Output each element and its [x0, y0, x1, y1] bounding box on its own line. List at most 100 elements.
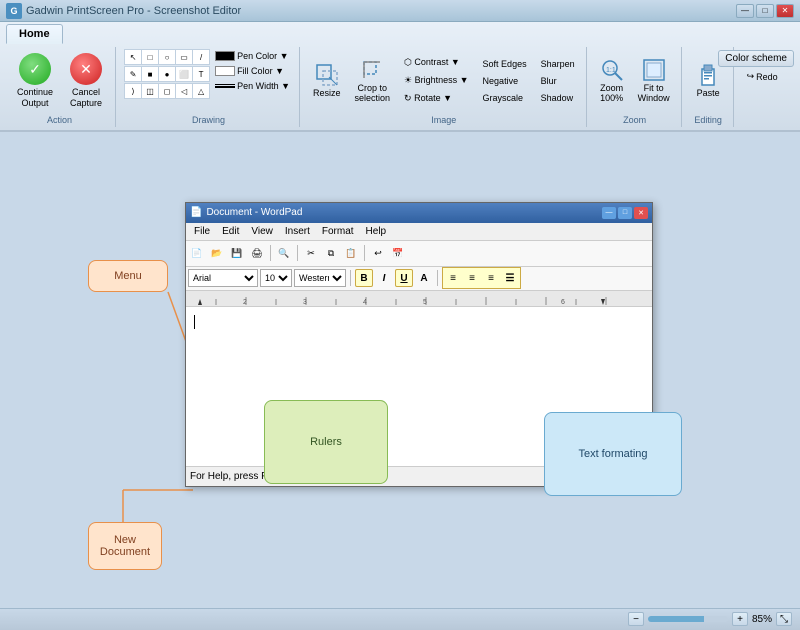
- wp-minimize-button[interactable]: —: [602, 207, 616, 219]
- menu-callout: Menu: [88, 260, 168, 292]
- shape-circle-button[interactable]: ○: [158, 49, 176, 65]
- negative-button[interactable]: Negative: [478, 73, 532, 89]
- wp-bold-button[interactable]: B: [355, 269, 373, 287]
- wp-find-button[interactable]: 🔍: [275, 244, 293, 262]
- shape-extra3-button[interactable]: ◻: [158, 83, 176, 99]
- shape-extra1-button[interactable]: ⟩: [124, 83, 142, 99]
- new-document-callout-label: New Document: [100, 534, 150, 558]
- shape-round2-button[interactable]: ⬜: [175, 66, 193, 82]
- shape-ellipse2-button[interactable]: ●: [158, 66, 176, 82]
- maximize-button[interactable]: □: [756, 4, 774, 18]
- svg-text:5: 5: [423, 299, 427, 306]
- wp-script-select[interactable]: Western: [294, 269, 346, 287]
- wp-underline-button[interactable]: U: [395, 269, 413, 287]
- contrast-button[interactable]: ⬡ Contrast ▼: [399, 54, 474, 71]
- redo-button[interactable]: ↪ Redo: [742, 68, 783, 85]
- wp-align-center-button[interactable]: ≡: [463, 269, 481, 287]
- zoom-controls: − + 85% ⤡: [628, 612, 792, 626]
- cancel-label: CancelCapture: [70, 87, 102, 109]
- wp-new-button[interactable]: 📄: [188, 244, 206, 262]
- action-group-label: Action: [47, 113, 72, 125]
- fit-screen-button[interactable]: ⤡: [776, 612, 792, 626]
- pen-color-button[interactable]: Pen Color ▼: [212, 49, 293, 63]
- wp-size-select[interactable]: 10: [260, 269, 292, 287]
- zoom100-icon: 1:1: [600, 58, 624, 82]
- minimize-button[interactable]: —: [736, 4, 754, 18]
- zoom-minus-button[interactable]: −: [628, 612, 644, 626]
- rotate-button[interactable]: ↻ Rotate ▼: [399, 90, 474, 107]
- wp-maximize-button[interactable]: □: [618, 207, 632, 219]
- blur-button[interactable]: Blur: [536, 73, 580, 89]
- shadow-button[interactable]: Shadow: [536, 90, 580, 106]
- wp-bullet-button[interactable]: ☰: [501, 269, 519, 287]
- wp-align-left-button[interactable]: ≡: [444, 269, 462, 287]
- fill-color-button[interactable]: Fill Color ▼: [212, 64, 293, 78]
- wp-menu-format[interactable]: Format: [316, 225, 360, 238]
- wp-italic-button[interactable]: I: [375, 269, 393, 287]
- continue-output-button[interactable]: ✓ ContinueOutput: [10, 49, 60, 113]
- wp-date-button[interactable]: 📅: [389, 244, 407, 262]
- wp-paste-button[interactable]: 📋: [342, 244, 360, 262]
- brightness-button[interactable]: ☀ Brightness ▼: [399, 72, 474, 89]
- cancel-capture-button[interactable]: ✕ CancelCapture: [63, 49, 109, 113]
- pen-color-swatch: [215, 51, 235, 61]
- crop-icon: [360, 58, 384, 82]
- fit-window-label: Fit toWindow: [638, 83, 670, 105]
- wp-open-button[interactable]: 📂: [208, 244, 226, 262]
- image-effects3: Sharpen Blur Shadow: [536, 56, 580, 106]
- zoom100-button[interactable]: 1:1 Zoom100%: [595, 55, 629, 108]
- wp-color-button[interactable]: A: [415, 269, 433, 287]
- wp-copy-button[interactable]: ⧉: [322, 244, 340, 262]
- shape-roundrect-button[interactable]: ▭: [175, 49, 193, 65]
- shape-text-button[interactable]: T: [192, 66, 210, 82]
- shape-pencil-button[interactable]: ✎: [124, 66, 142, 82]
- shape-extra5-button[interactable]: △: [192, 83, 210, 99]
- wp-cursor: [194, 315, 195, 329]
- sharpen-button[interactable]: Sharpen: [536, 56, 580, 72]
- resize-button[interactable]: Resize: [308, 60, 346, 101]
- wp-menu-edit[interactable]: Edit: [216, 225, 245, 238]
- wp-cut-button[interactable]: ✂: [302, 244, 320, 262]
- tab-home[interactable]: Home: [6, 24, 63, 44]
- new-document-callout: New Document: [88, 522, 162, 570]
- close-button[interactable]: ✕: [776, 4, 794, 18]
- title-bar-controls[interactable]: — □ ✕: [736, 4, 794, 18]
- wp-title-controls[interactable]: — □ ✕: [602, 207, 648, 219]
- zoom-plus-button[interactable]: +: [732, 612, 748, 626]
- wp-close-button[interactable]: ✕: [634, 207, 648, 219]
- shape-rect2-button[interactable]: ■: [141, 66, 159, 82]
- grayscale-button[interactable]: Grayscale: [478, 90, 532, 106]
- shape-buttons: ↖ □ ○ ▭ / ✎ ■ ● ⬜ T ⟩ ◫ ◻ ◁ △: [124, 49, 208, 99]
- pen-width-button[interactable]: Pen Width ▼: [212, 79, 293, 93]
- crop-label: Crop toselection: [355, 83, 391, 105]
- wp-font-select[interactable]: Arial: [188, 269, 258, 287]
- wp-status-text: For Help, press F1: [190, 471, 273, 482]
- wp-menu-view[interactable]: View: [245, 225, 279, 238]
- wp-titlebar: 📄 Document - WordPad — □ ✕: [186, 203, 652, 223]
- shape-extra4-button[interactable]: ◁: [175, 83, 193, 99]
- shape-extra2-button[interactable]: ◫: [141, 83, 159, 99]
- zoom-group-label: Zoom: [623, 113, 646, 125]
- shape-arrow-button[interactable]: ↖: [124, 49, 142, 65]
- color-scheme-button[interactable]: Color scheme: [718, 50, 794, 67]
- wp-save-button[interactable]: 💾: [228, 244, 246, 262]
- wp-menu-help[interactable]: Help: [360, 225, 393, 238]
- wp-menu-file[interactable]: File: [188, 225, 216, 238]
- fit-window-button[interactable]: Fit toWindow: [633, 55, 675, 108]
- wp-align-right-button[interactable]: ≡: [482, 269, 500, 287]
- alignment-group: ≡ ≡ ≡ ☰: [442, 267, 521, 289]
- crop-button[interactable]: Crop toselection: [350, 55, 396, 108]
- continue-label: ContinueOutput: [17, 87, 53, 109]
- fill-color-label: Fill Color ▼: [237, 66, 284, 76]
- shape-rect-button[interactable]: □: [141, 49, 159, 65]
- title-bar-left: G Gadwin PrintScreen Pro - Screenshot Ed…: [6, 3, 241, 19]
- wp-undo-button[interactable]: ↩: [369, 244, 387, 262]
- zoom100-label: Zoom100%: [600, 83, 623, 105]
- wp-print-button[interactable]: 🖨: [248, 244, 266, 262]
- shape-line-button[interactable]: /: [192, 49, 210, 65]
- image-effects2: Soft Edges Negative Grayscale: [478, 56, 532, 106]
- pen-color-label: Pen Color ▼: [237, 51, 288, 61]
- redo-label: Redo: [756, 72, 778, 82]
- soft-edges-button[interactable]: Soft Edges: [478, 56, 532, 72]
- wp-menu-insert[interactable]: Insert: [279, 225, 316, 238]
